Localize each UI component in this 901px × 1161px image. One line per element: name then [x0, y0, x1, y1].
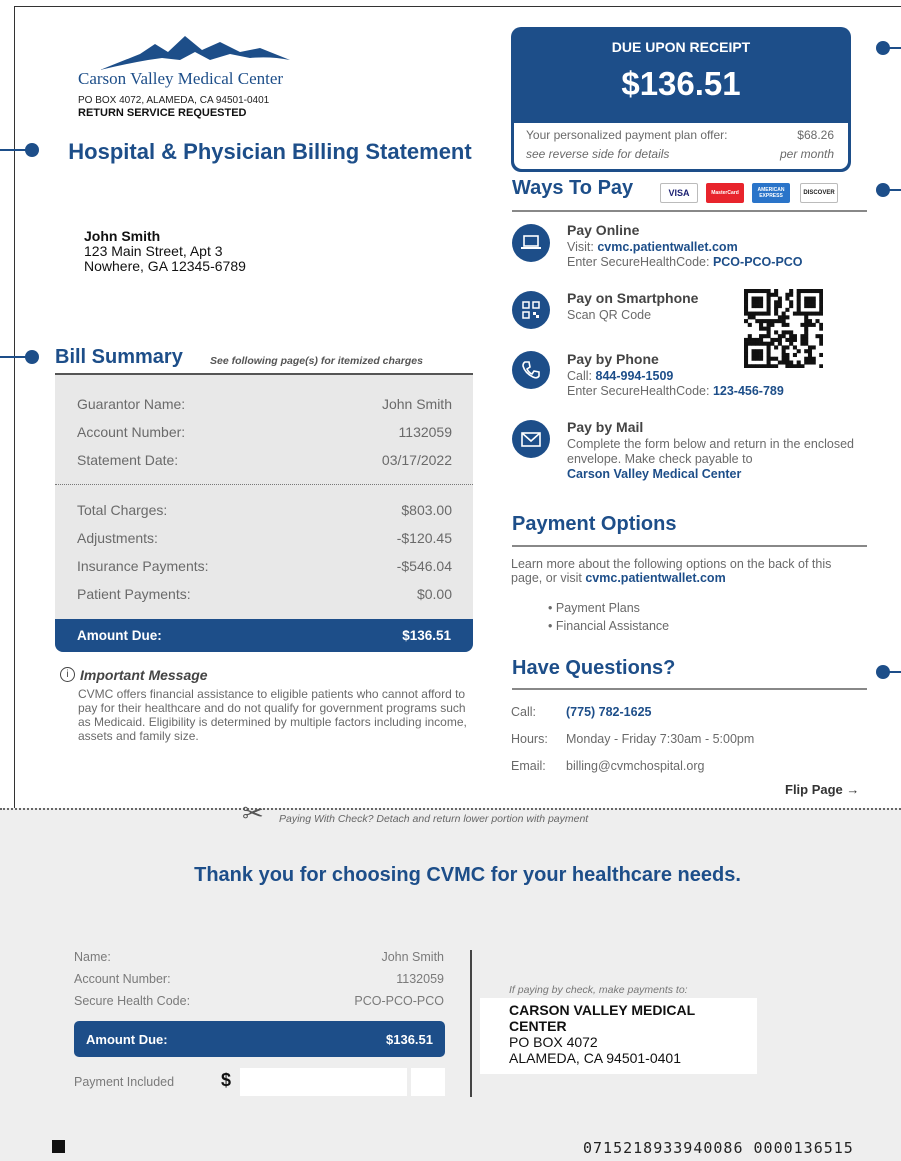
stub-row: Name: John Smith — [74, 950, 444, 964]
amount-due-bar: Amount Due: $136.51 — [55, 619, 473, 652]
summary-row: Guarantor Name: John Smith — [77, 396, 452, 412]
plan-period: per month — [779, 147, 834, 161]
summary-divider — [55, 484, 473, 485]
summary-row: Patient Payments: $0.00 — [77, 586, 452, 602]
summary-row: Adjustments: -$120.45 — [77, 530, 452, 546]
payment-options-intro: Learn more about the following options o… — [511, 557, 832, 585]
email-link[interactable]: billing@cvmchospital.org — [566, 759, 704, 773]
flip-page-button[interactable]: Flip Page → — [785, 782, 859, 797]
payee-address: CARSON VALLEY MEDICAL CENTER PO BOX 4072… — [509, 1002, 696, 1066]
statement-title: Hospital & Physician Billing Statement — [68, 139, 472, 164]
pay-mail: Pay by Mail Complete the form below and … — [567, 419, 854, 482]
recipient-line2: Nowhere, GA 12345-6789 — [84, 258, 246, 274]
envelope-icon — [512, 420, 550, 458]
payment-options-list: • Payment Plans • Financial Assistance — [548, 599, 669, 635]
marker-line — [0, 356, 28, 358]
logo-name: Carson Valley Medical Center — [78, 69, 284, 88]
due-box: DUE UPON RECEIPT $136.51 Your personaliz… — [511, 27, 851, 172]
pay-phone: Pay by Phone Call: 844-994-1509 Enter Se… — [567, 351, 784, 399]
recipient-address: John Smith 123 Main Street, Apt 3 Nowher… — [84, 229, 246, 274]
call-number[interactable]: (775) 782-1625 — [566, 705, 651, 719]
visa-card-icon: VISA — [660, 183, 698, 203]
recipient-name: John Smith — [84, 228, 161, 244]
payment-amount-input[interactable] — [240, 1068, 407, 1096]
marker-dot — [25, 143, 39, 157]
check-note: If paying by check, make payments to: — [509, 984, 688, 996]
due-label: DUE UPON RECEIPT — [611, 39, 751, 55]
message-title: Important Message — [80, 667, 208, 683]
summary-row: Insurance Payments: -$546.04 — [77, 558, 452, 574]
tear-line — [0, 808, 901, 810]
marker-dot — [25, 350, 39, 364]
info-icon: i — [60, 667, 75, 682]
payment-included-label: Payment Included — [74, 1075, 175, 1089]
arrow-right-icon: → — [846, 782, 860, 797]
plan-offer: Your personalized payment plan offer: $6… — [514, 123, 848, 169]
discover-card-icon: DISCOVER — [800, 183, 838, 203]
message-body: CVMC offers financial assistance to elig… — [78, 687, 467, 743]
plan-note: see reverse side for details — [526, 147, 670, 161]
list-item: • Financial Assistance — [548, 619, 670, 633]
summary-row: Account Number: 1132059 — [77, 424, 452, 440]
return-address: PO BOX 4072, ALAMEDA, CA 94501-0401 — [78, 95, 270, 106]
pay-phone-number[interactable]: 844-994-1509 — [596, 369, 674, 383]
payment-options-title: Payment Options — [512, 513, 677, 535]
marker-line — [0, 149, 28, 151]
pay-online-link[interactable]: cvmc.patientwallet.com — [597, 240, 737, 254]
divider — [512, 210, 867, 212]
stub-row: Account Number: 1132059 — [74, 972, 444, 986]
plan-text: Your personalized payment plan offer: — [526, 128, 728, 142]
stub-divider — [470, 950, 472, 1097]
stub-amount-due-bar: Amount Due: $136.51 — [74, 1021, 445, 1057]
marker-line — [885, 671, 901, 673]
due-amount: $136.51 — [621, 65, 741, 102]
divider — [512, 545, 867, 547]
contact-info: Call: (775) 782-1625 Hours: Monday - Frida… — [511, 705, 755, 773]
payment-options-link[interactable]: cvmc.patientwallet.com — [585, 571, 725, 585]
summary-row: Total Charges: $803.00 — [77, 502, 452, 518]
ways-title: Ways To Pay — [512, 177, 634, 199]
mountain-logo-icon — [100, 36, 290, 70]
marker-line — [885, 189, 901, 191]
amex-card-icon: AMERICAN EXPRESS — [752, 183, 790, 203]
questions-title: Have Questions? — [512, 657, 676, 679]
return-service: RETURN SERVICE REQUESTED — [78, 107, 247, 119]
phone-icon — [512, 351, 550, 389]
pay-online: Pay Online Visit: cvmc.patientwallet.com… — [567, 222, 803, 270]
scan-line: 0715218933940086 0000136515 — [583, 1139, 854, 1157]
divider — [512, 688, 867, 690]
dollar-sign: $ — [221, 1070, 232, 1090]
mastercard-icon: MasterCard — [706, 183, 744, 203]
recipient-line1: 123 Main Street, Apt 3 — [84, 243, 223, 259]
bill-summary-title: Bill Summary — [55, 346, 183, 368]
marker-line — [885, 47, 901, 49]
registration-mark — [52, 1140, 65, 1153]
scissors-icon: ✂ — [242, 798, 264, 828]
pay-smartphone: Pay on Smartphone Scan QR Code — [567, 290, 699, 323]
stub-row: Secure Health Code: PCO-PCO-PCO — [74, 994, 444, 1008]
bill-summary-note: See following page(s) for itemized charg… — [210, 355, 423, 367]
detach-note: Paying With Check? Detach and return low… — [279, 813, 589, 825]
plan-amount: $68.26 — [797, 128, 834, 142]
qr-icon — [512, 291, 550, 329]
list-item: • Payment Plans — [548, 601, 640, 615]
laptop-icon — [512, 224, 550, 262]
summary-row: Statement Date: 03/17/2022 — [77, 452, 452, 468]
payment-cents-input[interactable] — [411, 1068, 445, 1096]
thank-you-text: Thank you for choosing CVMC for your hea… — [194, 864, 741, 886]
